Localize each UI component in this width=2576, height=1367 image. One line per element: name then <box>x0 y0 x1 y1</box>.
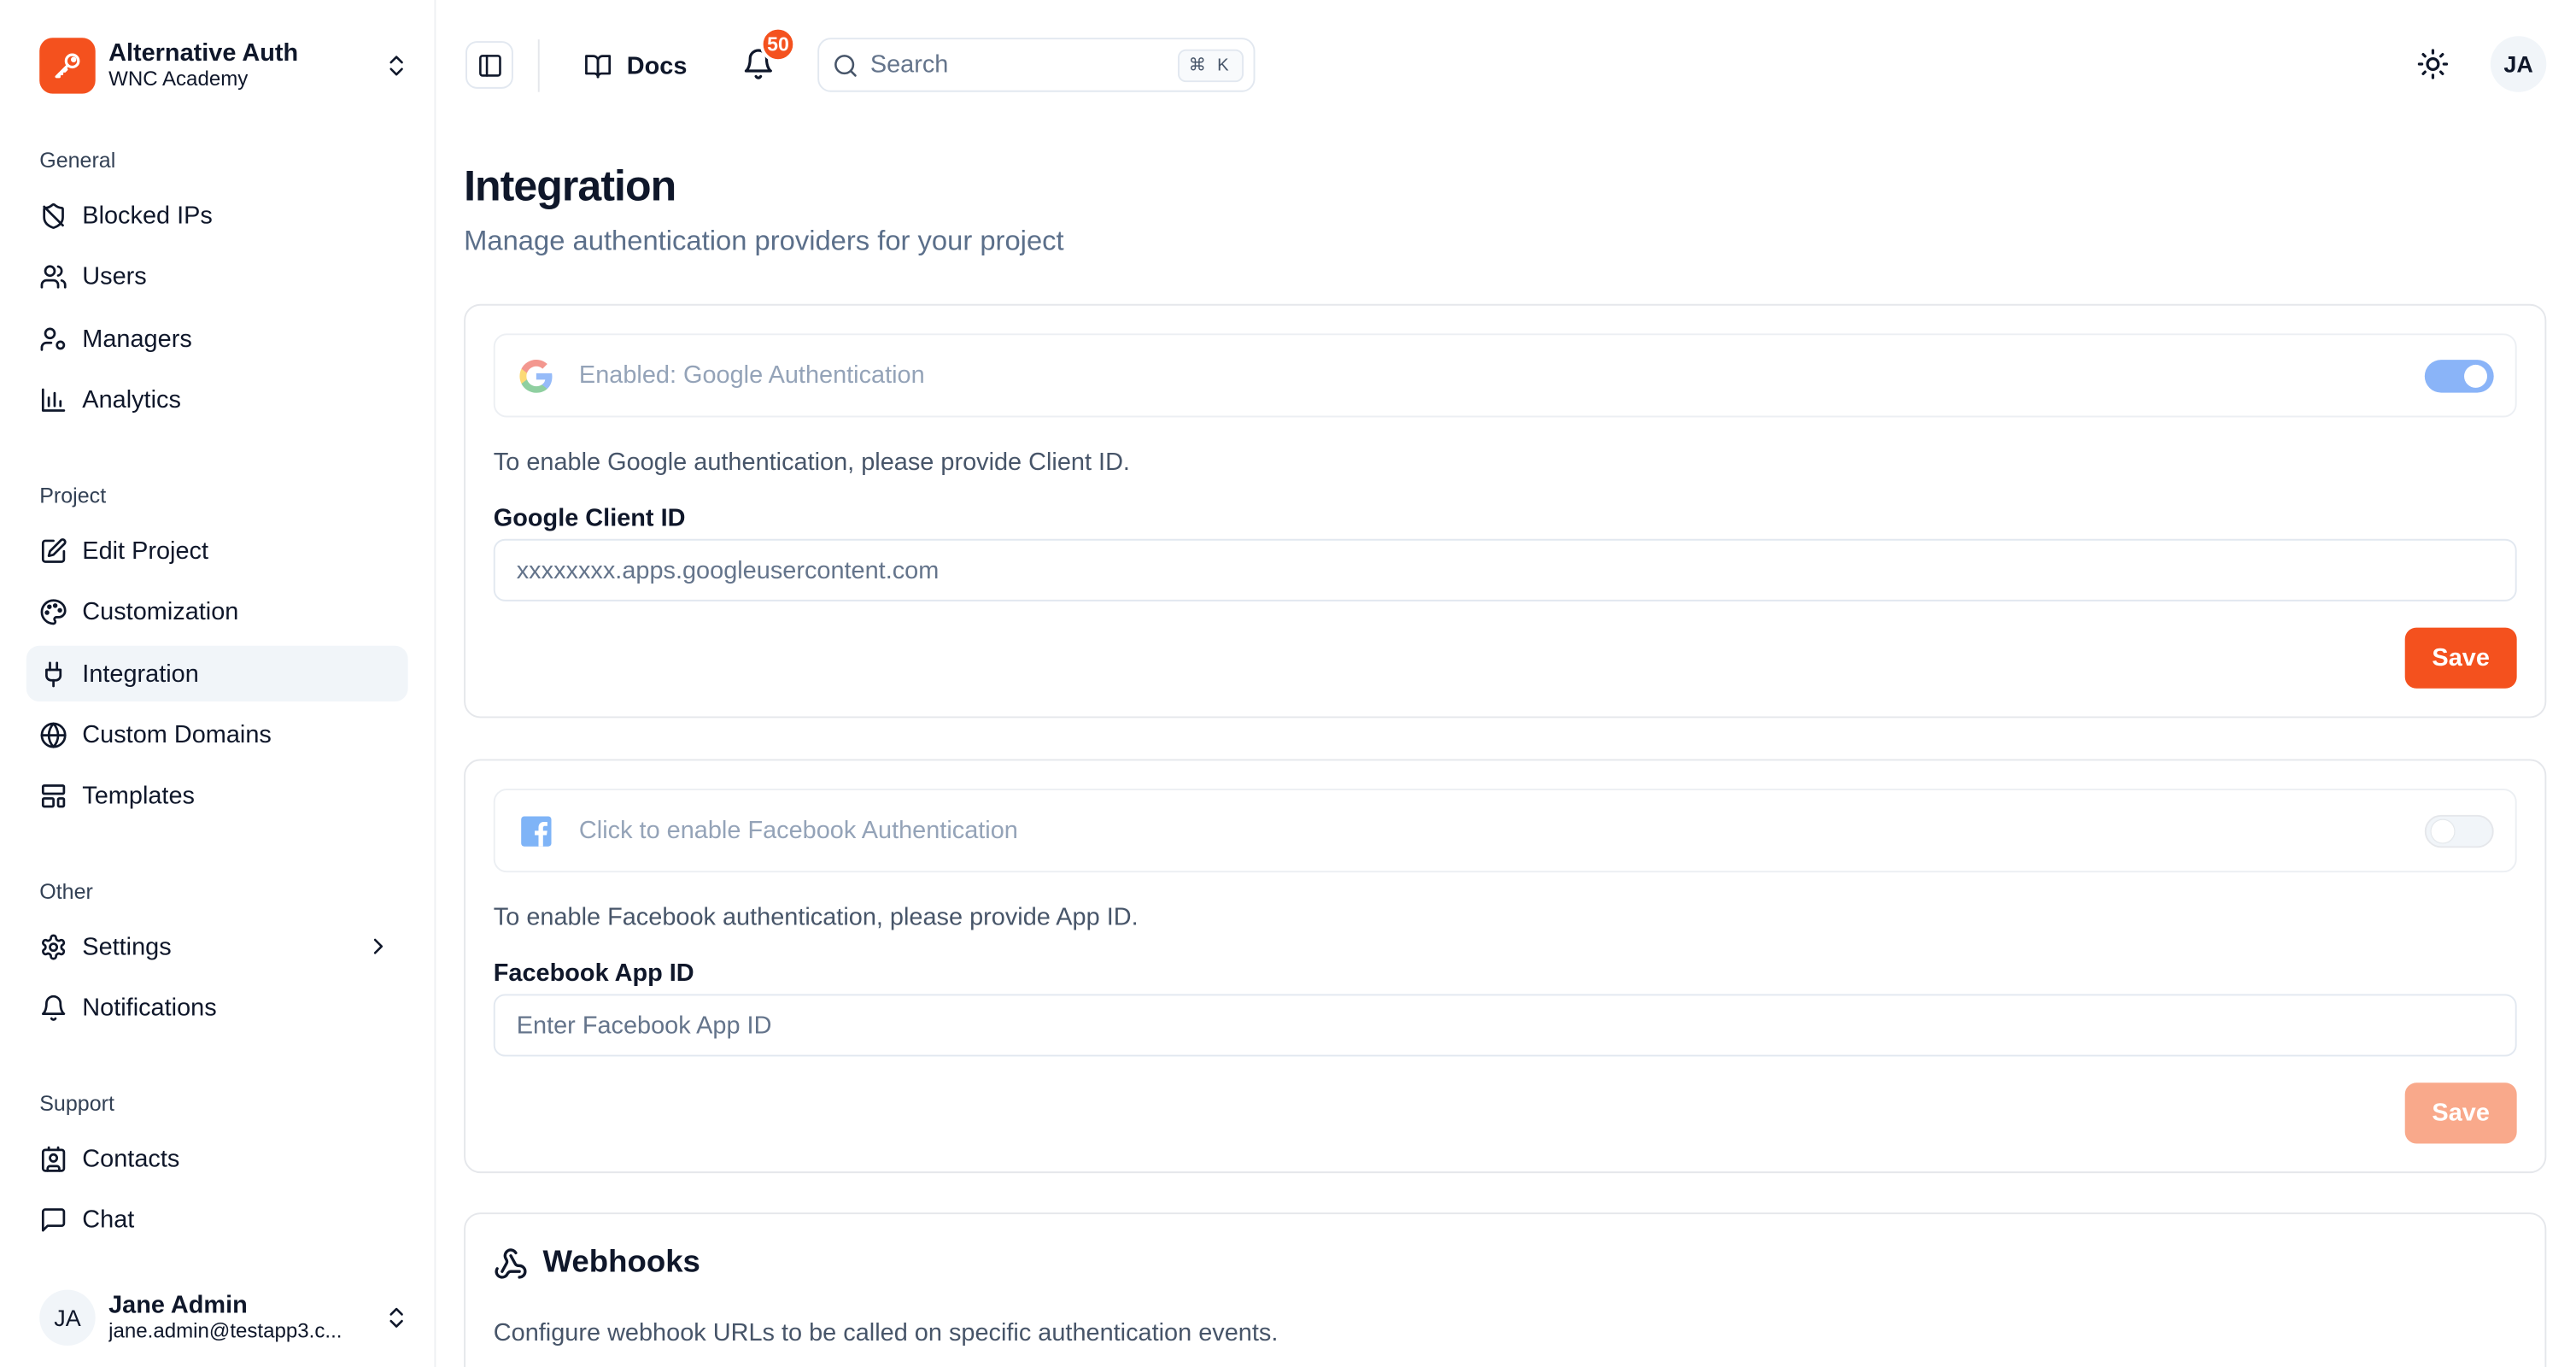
sidebar-item-label: Notifications <box>82 993 217 1022</box>
palette-icon <box>39 597 67 625</box>
user-cog-icon <box>39 325 67 353</box>
webhook-icon <box>495 1247 527 1278</box>
chat-icon <box>39 1206 67 1234</box>
users-icon <box>39 262 67 290</box>
project-name: Alternative Auth <box>108 39 299 67</box>
organization-name: WNC Academy <box>108 67 249 91</box>
sidebar-item-analytics[interactable]: Analytics <box>26 372 408 427</box>
contact-icon <box>39 1144 67 1172</box>
globe-icon <box>39 720 67 748</box>
sidebar-item-managers[interactable]: Managers <box>26 310 408 366</box>
google-client-id-input[interactable] <box>493 538 2517 601</box>
divider <box>537 39 540 92</box>
sidebar-item-label: Settings <box>82 932 172 961</box>
search-input[interactable] <box>869 50 1167 79</box>
webhooks-card: Webhooks Configure webhook URLs to be ca… <box>464 1212 2547 1367</box>
google-client-id-label: Google Client ID <box>493 504 686 533</box>
page-title: Integration <box>464 161 676 211</box>
google-auth-toggle-row[interactable]: Enabled: Google Authentication <box>493 333 2517 418</box>
webhooks-title: Webhooks <box>542 1245 700 1281</box>
theme-toggle-sun-icon[interactable] <box>2416 48 2450 80</box>
notification-count-badge: 50 <box>759 26 797 63</box>
facebook-auth-card: Click to enable Facebook Authentication … <box>464 759 2547 1174</box>
google-auth-switch[interactable] <box>2424 360 2494 393</box>
layout-template-icon <box>39 781 67 809</box>
avatar: JA <box>39 1289 96 1346</box>
app-root: Alternative Auth WNC Academy General Blo… <box>0 0 2576 1367</box>
search-box[interactable]: ⌘ K <box>817 38 1256 92</box>
edit-icon <box>39 537 67 565</box>
facebook-auth-switch[interactable] <box>2424 814 2494 848</box>
webhooks-heading: Webhooks <box>494 1246 700 1282</box>
chevrons-up-down-icon <box>389 1307 403 1328</box>
search-shortcut-hint: ⌘ K <box>1177 49 1244 83</box>
sidebar-item-label: Blocked IPs <box>82 201 213 230</box>
switch-knob <box>2431 819 2455 843</box>
bell-icon <box>39 994 67 1022</box>
plug-icon <box>39 660 67 688</box>
google-logo-icon <box>519 359 553 392</box>
page-subtitle: Manage authentication providers for your… <box>464 225 1064 257</box>
switch-knob <box>2464 364 2488 388</box>
chevron-right-icon <box>373 938 383 954</box>
shield-off-icon <box>39 202 67 230</box>
google-auth-toggle-label: Enabled: Google Authentication <box>578 361 925 390</box>
sidebar-item-label: Chat <box>82 1205 135 1234</box>
sidebar: Alternative Auth WNC Academy General Blo… <box>0 0 436 1367</box>
nav-group-project: Project <box>39 483 107 508</box>
sidebar-item-label: Managers <box>82 324 192 353</box>
facebook-help-text: To enable Facebook authentication, pleas… <box>493 903 1139 932</box>
google-save-button[interactable]: Save <box>2404 627 2517 689</box>
sidebar-item-settings[interactable]: Settings <box>26 918 408 974</box>
nav-group-support: Support <box>39 1090 114 1116</box>
sidebar-item-edit-project[interactable]: Edit Project <box>26 523 408 578</box>
facebook-logo-icon <box>521 815 552 846</box>
sidebar-item-notifications[interactable]: Notifications <box>26 979 408 1035</box>
nav-group-other: Other <box>39 878 93 904</box>
sidebar-item-label: Integration <box>82 660 199 688</box>
google-help-text: To enable Google authentication, please … <box>493 449 1130 477</box>
chevrons-up-down-icon <box>389 56 403 76</box>
sidebar-toggle-button[interactable] <box>465 41 513 89</box>
search-icon <box>834 54 857 76</box>
account-avatar-button[interactable]: JA <box>2490 36 2547 92</box>
key-logo-icon <box>39 38 96 94</box>
facebook-auth-toggle-row[interactable]: Click to enable Facebook Authentication <box>493 789 2517 873</box>
sidebar-item-label: Contacts <box>82 1144 180 1173</box>
bar-chart-icon <box>39 385 67 414</box>
sidebar-item-templates[interactable]: Templates <box>26 767 408 823</box>
sidebar-item-label: Users <box>82 261 147 290</box>
user-email: jane.admin@testapp3.c... <box>108 1319 342 1343</box>
gear-icon <box>39 932 67 960</box>
facebook-auth-toggle-label: Click to enable Facebook Authentication <box>578 816 1018 845</box>
docs-label: Docs <box>626 51 688 80</box>
sidebar-item-customization[interactable]: Customization <box>26 584 408 639</box>
user-name: Jane Admin <box>108 1291 248 1320</box>
book-open-icon <box>585 54 612 78</box>
user-menu[interactable]: JA Jane Admin jane.admin@testapp3.c... <box>39 1285 409 1351</box>
sidebar-item-label: Analytics <box>82 384 181 414</box>
sidebar-item-label: Edit Project <box>82 536 209 565</box>
sidebar-item-custom-domains[interactable]: Custom Domains <box>26 707 408 762</box>
facebook-save-button[interactable]: Save <box>2404 1082 2517 1144</box>
sidebar-item-label: Templates <box>82 781 195 810</box>
webhooks-description: Configure webhook URLs to be called on s… <box>493 1319 1279 1347</box>
sidebar-item-label: Custom Domains <box>82 720 272 748</box>
top-bar: Docs 50 ⌘ K JA <box>436 0 2576 128</box>
sidebar-item-label: Customization <box>82 597 239 625</box>
sidebar-item-users[interactable]: Users <box>26 248 408 303</box>
facebook-app-id-label: Facebook App ID <box>493 959 694 988</box>
sidebar-item-integration[interactable]: Integration <box>26 645 408 702</box>
sidebar-item-blocked-ips[interactable]: Blocked IPs <box>26 187 408 243</box>
sidebar-item-chat[interactable]: Chat <box>26 1191 408 1247</box>
google-auth-card: Enabled: Google Authentication To enable… <box>464 303 2547 719</box>
project-switcher[interactable]: Alternative Auth WNC Academy <box>39 36 409 95</box>
sidebar-item-contacts[interactable]: Contacts <box>26 1130 408 1186</box>
nav-group-general: General <box>39 148 116 173</box>
facebook-app-id-input[interactable] <box>493 994 2517 1057</box>
panel-left-icon <box>478 54 501 76</box>
docs-link[interactable]: Docs <box>584 46 688 85</box>
